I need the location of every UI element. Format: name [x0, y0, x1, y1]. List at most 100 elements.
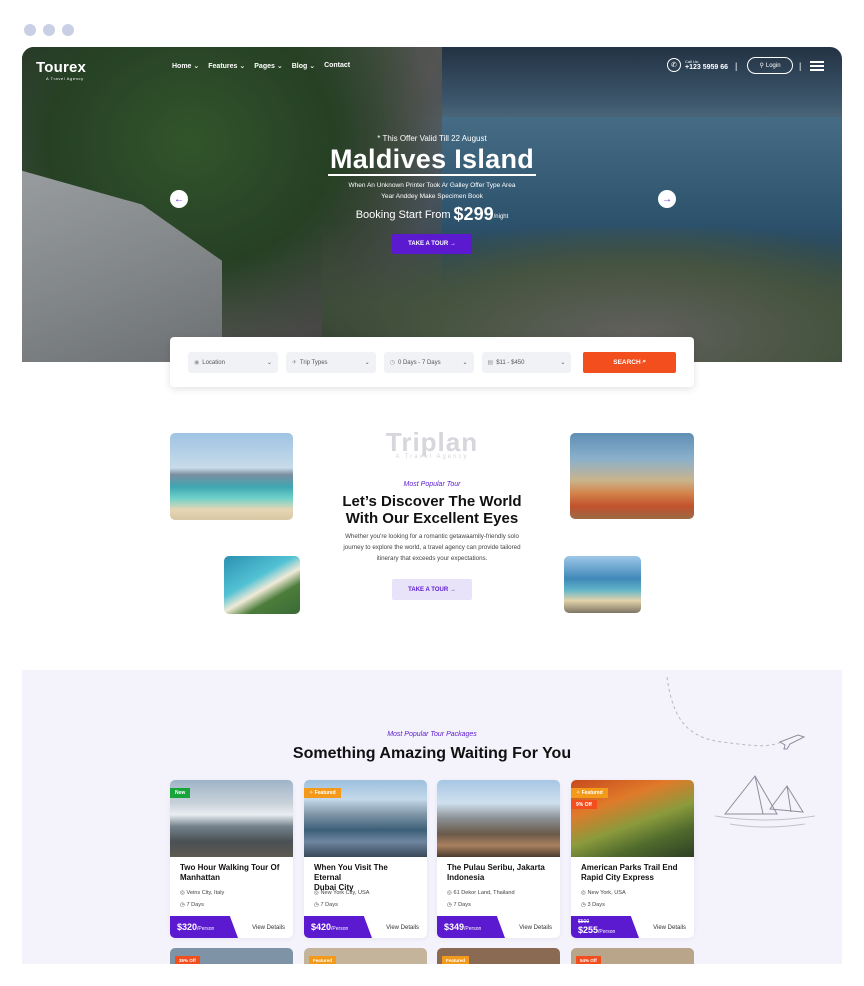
hero-subtitle-line2: Year Anddey Make Specimen Book [381, 193, 483, 200]
view-details-link[interactable]: View Details [386, 925, 419, 931]
tour-card-location: New York, USA [587, 890, 626, 896]
island-aerial-photo [224, 556, 300, 614]
price-select[interactable]: ▤ $11 - $450 ⌄ [481, 351, 572, 373]
nav-home[interactable]: Home ⌄ [172, 62, 199, 70]
tour-card-location: Veins City, Italy [186, 890, 225, 896]
divider: | [799, 61, 802, 71]
featured-badge: Featured [442, 956, 470, 964]
discount-badge: 9% Off [571, 800, 597, 809]
discount-badge: 54% Off [576, 956, 601, 964]
search-icon: ⌕ [642, 358, 647, 365]
pyramid-doodle-icon [715, 775, 815, 828]
call-number: +123 5959 66 [685, 64, 729, 71]
tour-card-title[interactable]: When You Visit The Eternal Dubai City [314, 863, 417, 892]
featured-badge: Featured [309, 956, 337, 964]
nav-features[interactable]: Features ⌄ [208, 62, 245, 70]
chevron-down-icon: ⌄ [364, 359, 370, 366]
tour-card[interactable]: The Pulau Seribu, Jakarta Indonesia ◎ 61 … [437, 780, 560, 938]
next-slide-icon[interactable]: → [658, 190, 676, 208]
hero-offer: * This Offer Valid Till 22 August [377, 134, 487, 143]
tour-card-title[interactable]: The Pulau Seribu, Jakarta Indonesia [447, 863, 550, 885]
tour-card-title[interactable]: Two Hour Walking Tour Of Manhattan [180, 863, 283, 885]
brand-logo[interactable]: Tourex A Travel Agency [36, 59, 86, 81]
hero-banner: Tourex A Travel Agency Home ⌄ Features ⌄… [22, 47, 842, 362]
view-details-link[interactable]: View Details [519, 925, 552, 931]
tour-card-price: $320/Person [170, 916, 238, 938]
bay-photo [564, 556, 641, 613]
chevron-down-icon: ⌄ [462, 359, 468, 366]
take-a-tour-button-secondary[interactable]: TAKE A TOUR → [392, 579, 472, 600]
section-text-line3: itinerary that exceeds your expectations… [376, 555, 488, 562]
tour-card-price: $420/Person [304, 916, 372, 938]
location-pin-icon: ◎ [180, 890, 185, 896]
tour-card-peek[interactable]: Featured [304, 948, 427, 964]
tour-card-image: New [170, 780, 293, 857]
duration-select[interactable]: ◷ 0 Days - 7 Days ⌄ [383, 351, 474, 373]
new-badge: New [170, 788, 191, 798]
featured-badge: ✧ Featured [304, 788, 341, 798]
clock-icon: ◷ [180, 902, 185, 908]
prev-slide-icon[interactable]: ← [170, 190, 188, 208]
packages-heading: Something Amazing Waiting For You [292, 745, 572, 762]
nav-blog[interactable]: Blog ⌄ [292, 62, 315, 70]
price-value: $299 [453, 204, 494, 224]
login-label: Login [765, 62, 781, 69]
section-text-line1: Whether you're looking for a romantic ge… [345, 533, 519, 540]
featured-badge: ✧ Featured [571, 788, 608, 798]
hero-subtitle-line1: When An Unknown Printer Took Ar Galley O… [348, 182, 516, 189]
discount-badge: 35% Off [175, 956, 200, 964]
call-us[interactable]: ✆ Call Us: +123 5959 66 [667, 58, 728, 72]
clock-icon: ◷ [581, 902, 586, 908]
clock-icon: ◷ [389, 359, 395, 366]
nav-pages[interactable]: Pages ⌄ [254, 62, 282, 70]
window-controls [24, 24, 74, 36]
tour-card-duration: 7 Days [320, 902, 338, 908]
view-details-link[interactable]: View Details [252, 925, 285, 931]
hero-price: Booking Start From $299/night [22, 204, 842, 225]
tour-card-image: ✧ Featured [304, 780, 427, 857]
chevron-down-icon: ⌄ [266, 359, 272, 366]
section-kicker: Most Popular Tour [403, 481, 461, 488]
window-dot [43, 24, 55, 36]
menu-icon[interactable] [810, 61, 824, 73]
search-button[interactable]: SEARCH ⌕ [583, 351, 676, 373]
plane-icon: ✈ [291, 359, 297, 366]
login-button[interactable]: ⚲ Login [747, 57, 793, 74]
hero-title: Maldives Island [327, 144, 537, 176]
tour-card-duration: 7 Days [186, 902, 204, 908]
tour-card-peek[interactable]: 54% Off [571, 948, 694, 964]
tour-card-image: ✧ Featured 9% Off [571, 780, 694, 857]
tour-card[interactable]: New Two Hour Walking Tour Of Manhattan ◎ … [170, 780, 293, 938]
view-details-link[interactable]: View Details [653, 925, 686, 931]
tour-card-duration: 3 Days [587, 902, 605, 908]
browser-viewport: Tourex A Travel Agency Home ⌄ Features ⌄… [22, 47, 842, 964]
wallet-icon: ▤ [487, 359, 494, 366]
tour-card[interactable]: ✧ Featured 9% Off American Parks Trail E… [571, 780, 694, 938]
tour-card-title[interactable]: American Parks Trail End Rapid City Expre… [581, 863, 684, 885]
trip-types-select[interactable]: ✈ Trip Types ⌄ [285, 351, 376, 373]
section-heading-line1: Let’s Discover The World [342, 493, 522, 510]
price-prefix: Booking Start From [355, 209, 451, 221]
window-dot [24, 24, 36, 36]
divider: | [735, 61, 738, 71]
window-dot [62, 24, 74, 36]
location-select[interactable]: ◉ Location ⌄ [188, 351, 278, 373]
clock-icon: ◷ [314, 902, 319, 908]
brand-name: Tourex [36, 59, 87, 76]
nav-contact[interactable]: Contact [324, 62, 350, 70]
tour-search-bar: ◉ Location ⌄ ✈ Trip Types ⌄ ◷ 0 Days - 7 Da… [170, 337, 694, 387]
price-suffix: /night [493, 214, 509, 220]
tour-card-peek[interactable]: 35% Off [170, 948, 293, 964]
tour-card[interactable]: ✧ Featured When You Visit The Eternal Dub… [304, 780, 427, 938]
location-pin-icon: ◎ [581, 890, 586, 896]
location-pin-icon: ◎ [314, 890, 319, 896]
brand-watermark: Triplan A Travel Agency [385, 427, 479, 460]
clock-icon: ◷ [447, 902, 452, 908]
main-nav: Home ⌄ Features ⌄ Pages ⌄ Blog ⌄ Contact [172, 62, 350, 70]
phone-icon: ✆ [667, 58, 681, 72]
tour-card-peek[interactable]: Featured [437, 948, 560, 964]
tour-card-price: $500 $255/Person [571, 916, 639, 938]
section-heading-line2: With Our Excellent Eyes [345, 510, 519, 527]
section-text-line2: journey to explore the world, a travel a… [343, 544, 521, 551]
take-a-tour-button[interactable]: TAKE A TOUR → [392, 234, 472, 254]
